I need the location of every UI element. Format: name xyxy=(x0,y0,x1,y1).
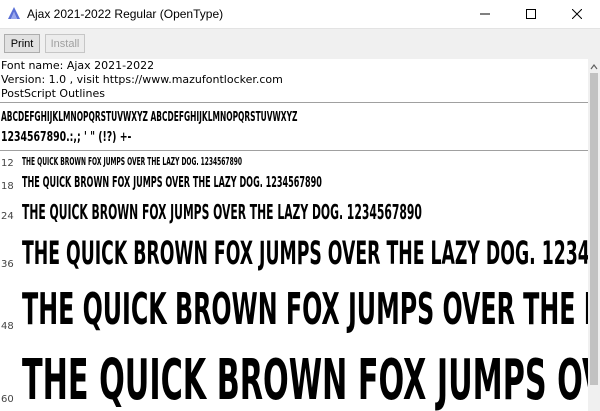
chevron-up-icon xyxy=(590,64,598,70)
title-bar[interactable]: Ajax 2021-2022 Regular (OpenType) xyxy=(0,0,600,28)
divider xyxy=(0,150,588,151)
font-info: Font name: Ajax 2021-2022 Version: 1.0 ,… xyxy=(0,59,600,101)
font-name-line: Font name: Ajax 2021-2022 xyxy=(1,59,155,72)
sample-text-48: THE QUICK BROWN FOX JUMPS OVER THE LAZY … xyxy=(22,284,588,335)
size-label-12: 12 xyxy=(1,158,14,169)
minimize-icon xyxy=(480,13,490,15)
sample-text-24: THE QUICK BROWN FOX JUMPS OVER THE LAZY … xyxy=(22,200,422,224)
maximize-icon xyxy=(526,9,536,19)
size-label-48: 48 xyxy=(1,321,14,332)
size-label-60: 60 xyxy=(1,394,14,405)
install-button: Install xyxy=(45,34,85,53)
sample-area: 12 THE QUICK BROWN FOX JUMPS OVER THE LA… xyxy=(0,153,588,411)
sample-text-60: THE QUICK BROWN FOX JUMPS OVER THE LAZY … xyxy=(22,348,588,411)
sample-text-12: THE QUICK BROWN FOX JUMPS OVER THE LAZY … xyxy=(22,155,242,168)
size-label-36: 36 xyxy=(1,259,14,270)
window-title: Ajax 2021-2022 Regular (OpenType) xyxy=(27,7,224,21)
print-button[interactable]: Print xyxy=(4,34,40,53)
maximize-button[interactable] xyxy=(508,0,554,28)
scroll-up-button[interactable] xyxy=(588,59,600,73)
sample-text-36: THE QUICK BROWN FOX JUMPS OVER THE LAZY … xyxy=(22,234,588,272)
version-line: Version: 1.0 , visit https://www.mazufon… xyxy=(1,73,283,86)
size-label-18: 18 xyxy=(1,181,14,192)
outlines-line: PostScript Outlines xyxy=(1,87,105,100)
charset-letters: ABCDEFGHIJKLMNOPQRSTUVWXYZ ABCDEFGHIJKLM… xyxy=(1,110,298,125)
toolbar: Print Install xyxy=(0,28,600,59)
sample-text-18: THE QUICK BROWN FOX JUMPS OVER THE LAZY … xyxy=(22,173,322,191)
minimize-button[interactable] xyxy=(462,0,508,28)
size-label-24: 24 xyxy=(1,211,14,222)
close-icon xyxy=(572,9,582,19)
scroll-thumb[interactable] xyxy=(590,73,598,385)
vertical-scrollbar[interactable] xyxy=(588,59,600,411)
font-viewer-icon xyxy=(8,7,20,19)
charset-symbols: 1234567890.:,; ' " (!?) +- xyxy=(1,130,132,145)
divider xyxy=(0,102,588,103)
close-button[interactable] xyxy=(554,0,600,28)
